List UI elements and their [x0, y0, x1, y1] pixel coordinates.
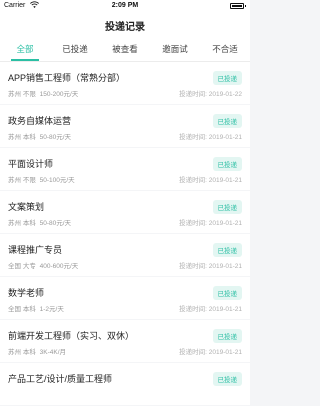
- status-badge: 已投递: [212, 372, 242, 386]
- list-item[interactable]: 政务自媒体运营 苏州 本科 50-80元/天 已投递 投递时间: 2019-01…: [0, 105, 250, 147]
- job-location: 全国: [8, 306, 21, 313]
- delivery-time: 投递时间: 2019-01-21: [179, 349, 242, 356]
- list-item[interactable]: 平面设计师 苏州 不限 50-100元/天 已投递 投递时间: 2019-01-…: [0, 148, 250, 190]
- list-item[interactable]: APP销售工程师（常熟分部） 苏州 不限 150-200元/天 已投递 投递时间…: [0, 62, 250, 104]
- job-salary: 1-2元/天: [39, 306, 64, 313]
- status-badge: 已投递: [212, 329, 242, 343]
- job-title: 政务自媒体运营: [8, 116, 72, 126]
- tab-delivered[interactable]: 已投递: [50, 38, 100, 61]
- list-item[interactable]: 前端开发工程师（实习、双休） 苏州 本科 3K-4K/月 已投递 投递时间: 2…: [0, 320, 250, 362]
- tab-all[interactable]: 全部: [0, 38, 50, 61]
- job-salary: 150-200元/天: [39, 91, 79, 98]
- job-meta: [8, 389, 10, 396]
- job-location: 全国: [8, 263, 21, 270]
- job-location: 苏州: [8, 134, 21, 141]
- status-bar: Carrier 2:09 PM: [0, 0, 250, 12]
- tab-viewed[interactable]: 被查看: [100, 38, 150, 61]
- delivery-time: 投递时间: 2019-01-22: [179, 91, 242, 98]
- job-location: 苏州: [8, 91, 21, 98]
- job-location: 苏州: [8, 220, 21, 227]
- job-education: 本科: [22, 306, 36, 313]
- job-title: 文案策划: [8, 202, 45, 212]
- status-badge: 已投递: [212, 286, 242, 300]
- page-title: 投递记录: [105, 21, 145, 33]
- job-title: APP销售工程师（常熟分部）: [8, 73, 126, 83]
- status-badge: 已投递: [212, 71, 242, 85]
- job-meta: 苏州 本科 50-80元/天: [8, 217, 71, 227]
- job-salary: 3K-4K/月: [39, 349, 66, 356]
- job-title: 平面设计师: [8, 159, 54, 169]
- nav-bar: 投递记录: [0, 12, 250, 38]
- job-meta: 全国 本科 1-2元/天: [8, 303, 64, 313]
- job-education: 本科: [22, 220, 36, 227]
- job-education: 大专: [22, 263, 36, 270]
- status-badge: 已投递: [212, 157, 242, 171]
- delivery-time: 投递时间: 2019-01-21: [179, 220, 242, 227]
- status-badge: 已投递: [212, 114, 242, 128]
- job-education: 本科: [22, 349, 36, 356]
- record-list: APP销售工程师（常熟分部） 苏州 不限 150-200元/天 已投递 投递时间…: [0, 62, 250, 406]
- job-location: 苏州: [8, 349, 21, 356]
- list-item[interactable]: 文案策划 苏州 本科 50-80元/天 已投递 投递时间: 2019-01-21: [0, 191, 250, 233]
- job-meta: 苏州 不限 150-200元/天: [8, 88, 78, 98]
- job-education: 本科: [22, 134, 36, 141]
- delivery-time: 投递时间: 2019-01-21: [179, 177, 242, 184]
- job-title: 前端开发工程师（实习、双休）: [8, 331, 135, 341]
- battery-icon: [230, 3, 246, 9]
- job-salary: 50-80元/天: [39, 134, 72, 141]
- job-location: 苏州: [8, 177, 21, 184]
- status-badge: 已投递: [212, 200, 242, 214]
- job-meta: 苏州 本科 50-80元/天: [8, 131, 71, 141]
- delivery-time: 投递时间: 2019-01-21: [179, 263, 242, 270]
- job-meta: 苏州 不限 50-100元/天: [8, 174, 75, 184]
- list-item[interactable]: 数学老师 全国 本科 1-2元/天 已投递 投递时间: 2019-01-21: [0, 277, 250, 319]
- job-title: 产品工艺/设计/质量工程师: [8, 374, 113, 384]
- job-education: 不限: [22, 177, 36, 184]
- tab-interview[interactable]: 邀面试: [150, 38, 200, 61]
- job-title: 数学老师: [8, 288, 45, 298]
- job-salary: 400-600元/天: [39, 263, 79, 270]
- job-salary: 50-100元/天: [39, 177, 75, 184]
- status-tabs: 全部 已投递 被查看 邀面试 不合适: [0, 38, 250, 62]
- job-meta: 全国 大专 400-600元/天: [8, 260, 78, 270]
- job-education: 不限: [22, 91, 36, 98]
- job-salary: 50-80元/天: [39, 220, 72, 227]
- list-item[interactable]: 课程推广专员 全国 大专 400-600元/天 已投递 投递时间: 2019-0…: [0, 234, 250, 276]
- delivery-time: 投递时间: 2019-01-21: [179, 134, 242, 141]
- job-meta: 苏州 本科 3K-4K/月: [8, 346, 66, 356]
- delivery-time: 投递时间: 2019-01-21: [179, 306, 242, 313]
- tab-unsuitable[interactable]: 不合适: [200, 38, 250, 61]
- clock: 2:09 PM: [111, 2, 139, 9]
- job-title: 课程推广专员: [8, 245, 63, 255]
- list-item[interactable]: 产品工艺/设计/质量工程师 已投递: [0, 363, 250, 405]
- status-badge: 已投递: [212, 243, 242, 257]
